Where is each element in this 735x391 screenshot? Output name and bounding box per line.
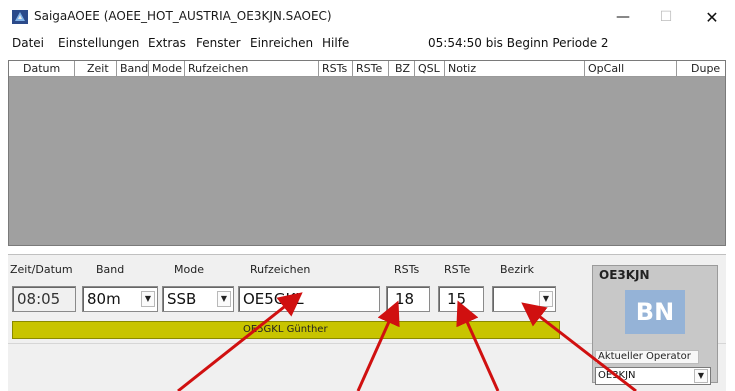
col-opcall[interactable]: OpCall (585, 61, 677, 76)
operator-callsign: OE3KJN (599, 268, 650, 282)
col-notiz[interactable]: Notiz (445, 61, 585, 76)
col-datum[interactable]: Datum (9, 61, 75, 76)
app-icon (12, 10, 28, 24)
log-header: Datum Zeit Band Mode Rufzeichen RSTs RST… (9, 61, 725, 77)
band-select[interactable]: 80m ▼ (82, 286, 158, 312)
menu-extras[interactable]: Extras (148, 36, 186, 50)
district-select[interactable]: ▼ (492, 286, 556, 312)
qso-entry-panel: Zeit/Datum Band Mode Rufzeichen RSTs RST… (8, 254, 726, 391)
label-band: Band (96, 263, 125, 276)
close-button[interactable]: ✕ (689, 4, 735, 30)
col-rste[interactable]: RSTe (353, 61, 389, 76)
menu-hilfe[interactable]: Hilfe (322, 36, 349, 50)
label-mode: Mode (174, 263, 204, 276)
mode-select[interactable]: SSB ▼ (162, 286, 234, 312)
chevron-down-icon[interactable]: ▼ (694, 369, 708, 383)
menu-einreichen[interactable]: Einreichen (250, 36, 313, 50)
time-field[interactable]: 08:05 (12, 286, 76, 312)
band-value: 80m (87, 290, 121, 308)
col-dupe[interactable]: Dupe (677, 61, 725, 76)
label-bezirk: Bezirk (500, 263, 535, 276)
label-zeit-datum: Zeit/Datum (10, 263, 73, 276)
rsts-input[interactable]: 18 (386, 286, 430, 312)
col-rufzeichen[interactable]: Rufzeichen (185, 61, 319, 76)
label-rufzeichen: Rufzeichen (250, 263, 311, 276)
operator-value: OE3KJN (598, 370, 636, 381)
col-qsl[interactable]: QSL (415, 61, 445, 76)
rste-input[interactable]: 15 (438, 286, 484, 312)
col-mode[interactable]: Mode (149, 61, 185, 76)
title-bar: SaigaAOEE (AOEE_HOT_AUSTRIA_OE3KJN.SAOEC… (0, 0, 735, 32)
operator-badge: BN (625, 290, 685, 334)
chevron-down-icon[interactable]: ▼ (217, 291, 231, 307)
menu-fenster[interactable]: Fenster (196, 36, 241, 50)
maximize-button[interactable]: ☐ (643, 4, 689, 30)
callsign-info-text: OE5GKL Günther (243, 324, 328, 335)
window-title: SaigaAOEE (AOEE_HOT_AUSTRIA_OE3KJN.SAOEC… (34, 9, 332, 23)
operator-box: OE3KJN BN Aktueller Operator OE3KJN ▼ (592, 265, 718, 385)
qso-log-table[interactable]: Datum Zeit Band Mode Rufzeichen RSTs RST… (8, 60, 726, 246)
chevron-down-icon[interactable]: ▼ (141, 291, 155, 307)
col-band[interactable]: Band (117, 61, 149, 76)
period-countdown: 05:54:50 bis Beginn Periode 2 (428, 36, 609, 50)
operator-label: Aktueller Operator (595, 350, 699, 364)
menu-einstellungen[interactable]: Einstellungen (58, 36, 139, 50)
minimize-button[interactable]: — (600, 4, 646, 30)
menu-bar: Datei Einstellungen Extras Fenster Einre… (0, 36, 735, 56)
operator-select[interactable]: OE3KJN ▼ (595, 367, 711, 385)
label-rsts: RSTs (394, 263, 420, 276)
col-rsts[interactable]: RSTs (319, 61, 353, 76)
col-bz[interactable]: BZ (389, 61, 415, 76)
chevron-down-icon[interactable]: ▼ (539, 291, 553, 307)
callsign-info-bar: OE5GKL Günther (12, 321, 560, 339)
callsign-input[interactable]: OE5GKL (238, 286, 380, 312)
label-rste: RSTe (444, 263, 471, 276)
col-zeit[interactable]: Zeit (75, 61, 117, 76)
mode-value: SSB (167, 290, 197, 308)
menu-datei[interactable]: Datei (12, 36, 44, 50)
